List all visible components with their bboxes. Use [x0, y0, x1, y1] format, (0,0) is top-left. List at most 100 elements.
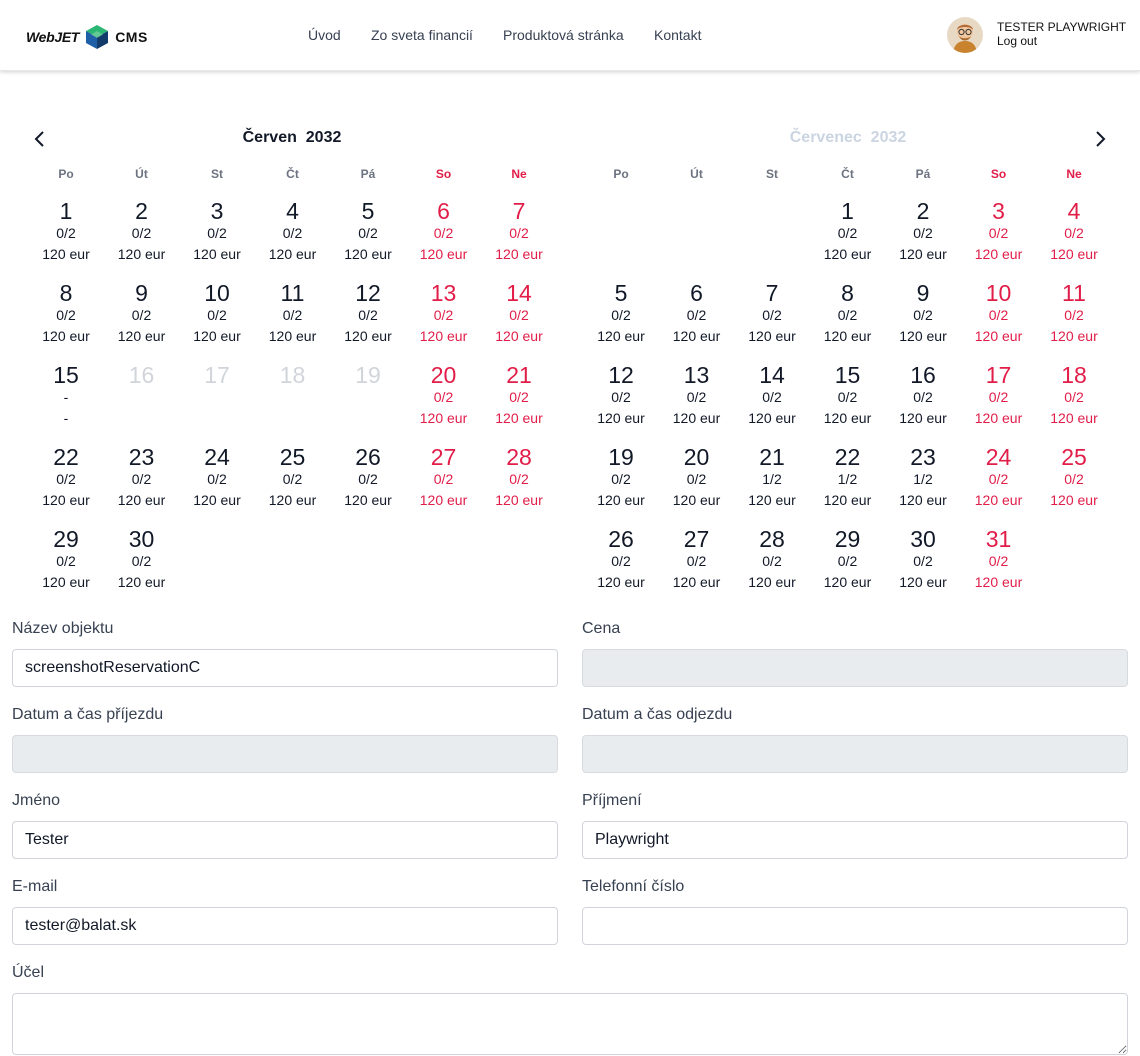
calendar-day[interactable]: 24 0/2 120 eur [961, 444, 1037, 526]
prev-month-button[interactable] [30, 128, 50, 150]
weekday-header: Út [690, 167, 703, 181]
calendar-day[interactable]: 10 0/2 120 eur [179, 280, 255, 362]
day-number: 26 [608, 526, 634, 552]
weekday-header: St [766, 167, 778, 181]
calendar-day[interactable]: 3 0/2 120 eur [179, 198, 255, 280]
calendar-day[interactable]: 29 0/2 120 eur [28, 526, 104, 608]
calendar-day[interactable]: 25 0/2 120 eur [255, 444, 331, 526]
calendar-day[interactable]: 27 0/2 120 eur [406, 444, 482, 526]
calendar-day[interactable]: 26 0/2 120 eur [583, 526, 659, 608]
calendar-day[interactable]: 12 0/2 120 eur [330, 280, 406, 362]
nav-item-zo-sveta-financii[interactable]: Zo sveta financií [371, 27, 473, 43]
nav-item-uvod[interactable]: Úvod [308, 27, 341, 43]
day-number: 11 [1062, 280, 1086, 306]
calendar-day[interactable]: 14 0/2 120 eur [481, 280, 557, 362]
calendar-day[interactable]: 2 0/2 120 eur [104, 198, 180, 280]
logout-link[interactable]: Log out [997, 34, 1037, 48]
calendar-day[interactable]: 9 0/2 120 eur [885, 280, 961, 362]
calendar-day[interactable]: 28 0/2 120 eur [481, 444, 557, 526]
day-occupancy: 1/2 [762, 471, 782, 487]
calendar-day[interactable]: 10 0/2 120 eur [961, 280, 1037, 362]
calendar-day[interactable]: 24 0/2 120 eur [179, 444, 255, 526]
calendar-day[interactable]: 22 0/2 120 eur [28, 444, 104, 526]
nav-item-produktova-stranka[interactable]: Produktová stránka [503, 27, 624, 43]
last-name-input[interactable] [582, 821, 1128, 859]
day-number: 15 [834, 362, 861, 388]
calendar-day[interactable]: 18 0/2 120 eur [1036, 362, 1112, 444]
calendar-day[interactable]: 19 0/2 120 eur [583, 444, 659, 526]
calendar-day[interactable]: 3 0/2 120 eur [961, 198, 1037, 280]
calendar-day[interactable]: 23 0/2 120 eur [104, 444, 180, 526]
calendar-day[interactable]: 5 0/2 120 eur [583, 280, 659, 362]
calendar-day[interactable]: 16 0/2 120 eur [885, 362, 961, 444]
day-price: 120 eur [42, 246, 90, 262]
calendar-day[interactable]: 25 0/2 120 eur [1036, 444, 1112, 526]
calendar-day[interactable]: 26 0/2 120 eur [330, 444, 406, 526]
calendar-day[interactable]: 8 0/2 120 eur [810, 280, 886, 362]
calendar-day[interactable]: 9 0/2 120 eur [104, 280, 180, 362]
nav-item-kontakt[interactable]: Kontakt [654, 27, 701, 43]
first-name-label: Jméno [12, 792, 61, 809]
calendar-day[interactable]: 15 0/2 120 eur [810, 362, 886, 444]
day-price: 120 eur [42, 574, 90, 590]
calendar-day[interactable]: 28 0/2 120 eur [734, 526, 810, 608]
day-occupancy: 0/2 [611, 389, 631, 405]
calendar-day[interactable]: 13 0/2 120 eur [659, 362, 735, 444]
calendar-day[interactable]: 11 0/2 120 eur [255, 280, 331, 362]
weekday-header: Ne [511, 167, 527, 181]
calendar-day[interactable]: 4 0/2 120 eur [255, 198, 331, 280]
calendar-day[interactable]: 14 0/2 120 eur [734, 362, 810, 444]
day-occupancy: 0/2 [358, 307, 378, 323]
day-price: 120 eur [672, 328, 721, 344]
calendar-day[interactable]: 5 0/2 120 eur [330, 198, 406, 280]
calendar-day[interactable]: 6 0/2 120 eur [406, 198, 482, 280]
calendar-day[interactable]: 30 0/2 120 eur [885, 526, 961, 608]
calendar-day[interactable]: 21 0/2 120 eur [481, 362, 557, 444]
day-occupancy: 0/2 [509, 389, 529, 405]
calendar-day[interactable]: 15- - [28, 362, 104, 444]
email-input[interactable] [12, 907, 558, 945]
day-price: 120 eur [672, 410, 721, 426]
phone-input[interactable] [582, 907, 1128, 945]
day-occupancy: 0/2 [56, 307, 76, 323]
weekday-header: Út [135, 167, 148, 181]
calendar-day[interactable]: 21 1/2 120 eur [734, 444, 810, 526]
site-logo[interactable]: WebJET CMS [26, 24, 148, 50]
calendar-day[interactable]: 27 0/2 120 eur [659, 526, 735, 608]
day-number: 3 [992, 198, 1005, 224]
calendar-day[interactable]: 2 0/2 120 eur [885, 198, 961, 280]
object-name-label: Název objektu [12, 620, 114, 637]
day-occupancy: 1/2 [837, 471, 858, 487]
calendar-day[interactable]: 7 0/2 120 eur [481, 198, 557, 280]
calendar-day[interactable]: 29 0/2 120 eur [810, 526, 886, 608]
calendar-day[interactable]: 30 0/2 120 eur [104, 526, 180, 608]
next-month-button[interactable] [1090, 128, 1110, 150]
calendar-day[interactable]: 23 1/2 120 eur [885, 444, 961, 526]
object-name-input[interactable] [12, 649, 558, 687]
calendar-day[interactable]: 22 1/2 120 eur [810, 444, 886, 526]
calendar-day[interactable]: 12 0/2 120 eur [583, 362, 659, 444]
calendar-day[interactable]: 13 0/2 120 eur [406, 280, 482, 362]
first-name-input[interactable] [12, 821, 558, 859]
user-name: TESTER PLAYWRIGHT [997, 20, 1127, 34]
calendar-day[interactable]: 1 0/2 120 eur [28, 198, 104, 280]
day-price: 120 eur [117, 492, 166, 508]
calendar-day[interactable]: 20 0/2 120 eur [406, 362, 482, 444]
calendar-day[interactable]: 20 0/2 120 eur [659, 444, 735, 526]
calendar-day[interactable]: 11 0/2 120 eur [1036, 280, 1112, 362]
calendar-day[interactable]: 4 0/2 120 eur [1036, 198, 1112, 280]
price-input[interactable] [582, 649, 1128, 687]
calendar-day: 16 [104, 362, 180, 444]
calendar-day[interactable]: 17 0/2 120 eur [961, 362, 1037, 444]
calendar-day[interactable]: 6 0/2 120 eur [659, 280, 735, 362]
calendar-day[interactable]: 31 0/2 120 eur [961, 526, 1037, 608]
day-occupancy: 0/2 [131, 471, 152, 487]
user-avatar [947, 17, 983, 53]
arrival-datetime-input[interactable] [12, 735, 558, 773]
calendar-day[interactable]: 1 0/2 120 eur [810, 198, 886, 280]
calendar-day[interactable]: 8 0/2 120 eur [28, 280, 104, 362]
day-price: 120 eur [268, 246, 317, 262]
departure-datetime-input[interactable] [582, 735, 1128, 773]
calendar-day[interactable]: 7 0/2 120 eur [734, 280, 810, 362]
purpose-textarea[interactable] [12, 993, 1128, 1055]
